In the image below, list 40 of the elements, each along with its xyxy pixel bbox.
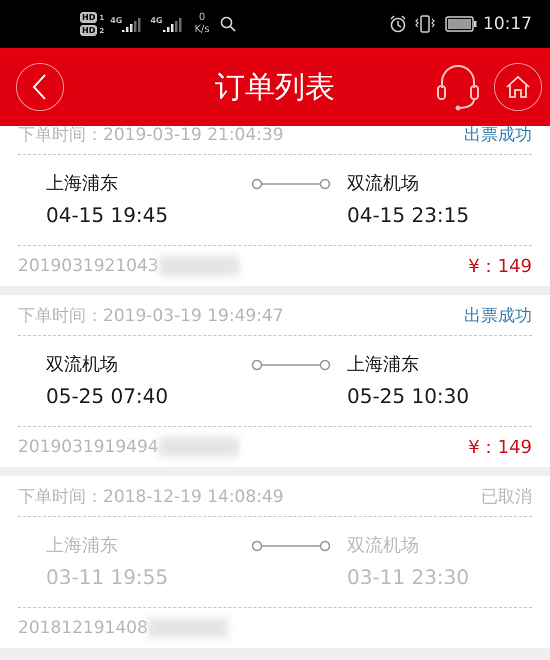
order-status: 已取消 xyxy=(481,486,532,508)
sim-badge: HD xyxy=(80,25,98,36)
departure-airport: 双流机场 xyxy=(46,353,119,377)
departure-time: 03-11 19:55 xyxy=(46,564,170,591)
order-time: 下单时间：2019-03-19 19:49:47 xyxy=(18,304,284,326)
home-icon xyxy=(505,75,531,99)
order-status: 出票成功 xyxy=(464,304,532,326)
arrival-time: 04-15 23:15 xyxy=(347,202,470,229)
order-time: 下单时间：2018-12-19 14:08:49 xyxy=(18,486,284,508)
signal-icon xyxy=(122,16,142,32)
vibrate-icon xyxy=(415,15,435,33)
back-button[interactable] xyxy=(16,63,64,111)
arrival-time: 03-11 23:30 xyxy=(347,564,470,591)
search-icon xyxy=(220,16,236,32)
price: ¥：149 xyxy=(468,255,532,278)
page-title: 订单列表 xyxy=(214,68,336,106)
speed-unit: K/s xyxy=(194,24,210,36)
order-number: 201812191408 xyxy=(18,618,148,638)
speed-value: 0 xyxy=(198,12,206,24)
home-button[interactable] xyxy=(494,63,542,111)
arrival-airport: 双流机场 xyxy=(347,172,420,196)
price: ¥：149 xyxy=(468,436,532,459)
headset-icon[interactable] xyxy=(436,62,480,112)
network-label: 4G xyxy=(150,16,162,25)
battery-icon xyxy=(445,16,477,32)
network-label: 4G xyxy=(110,16,122,25)
alarm-icon xyxy=(389,15,407,33)
order-card[interactable]: 下单时间：2019-03-19 19:49:47 出票成功 双流机场 上海浦东 05-25 07:40 05-25 10:30 2019031919494 ¥：149 xyxy=(0,295,550,467)
departure-airport: 上海浦东 xyxy=(46,172,119,196)
departure-time: 05-25 07:40 xyxy=(46,383,170,410)
sim-badge: HD xyxy=(80,12,98,23)
departure-airport: 上海浦东 xyxy=(46,534,119,558)
order-number: 2019031921043 xyxy=(18,256,159,276)
clock-time: 10:17 xyxy=(483,14,532,34)
arrival-time: 05-25 10:30 xyxy=(347,383,470,410)
signal-icon xyxy=(162,16,182,32)
order-number: 2019031919494 xyxy=(18,437,159,457)
arrival-airport: 双流机场 xyxy=(347,534,420,558)
arrival-airport: 上海浦东 xyxy=(347,353,420,377)
departure-time: 04-15 19:45 xyxy=(46,202,170,229)
